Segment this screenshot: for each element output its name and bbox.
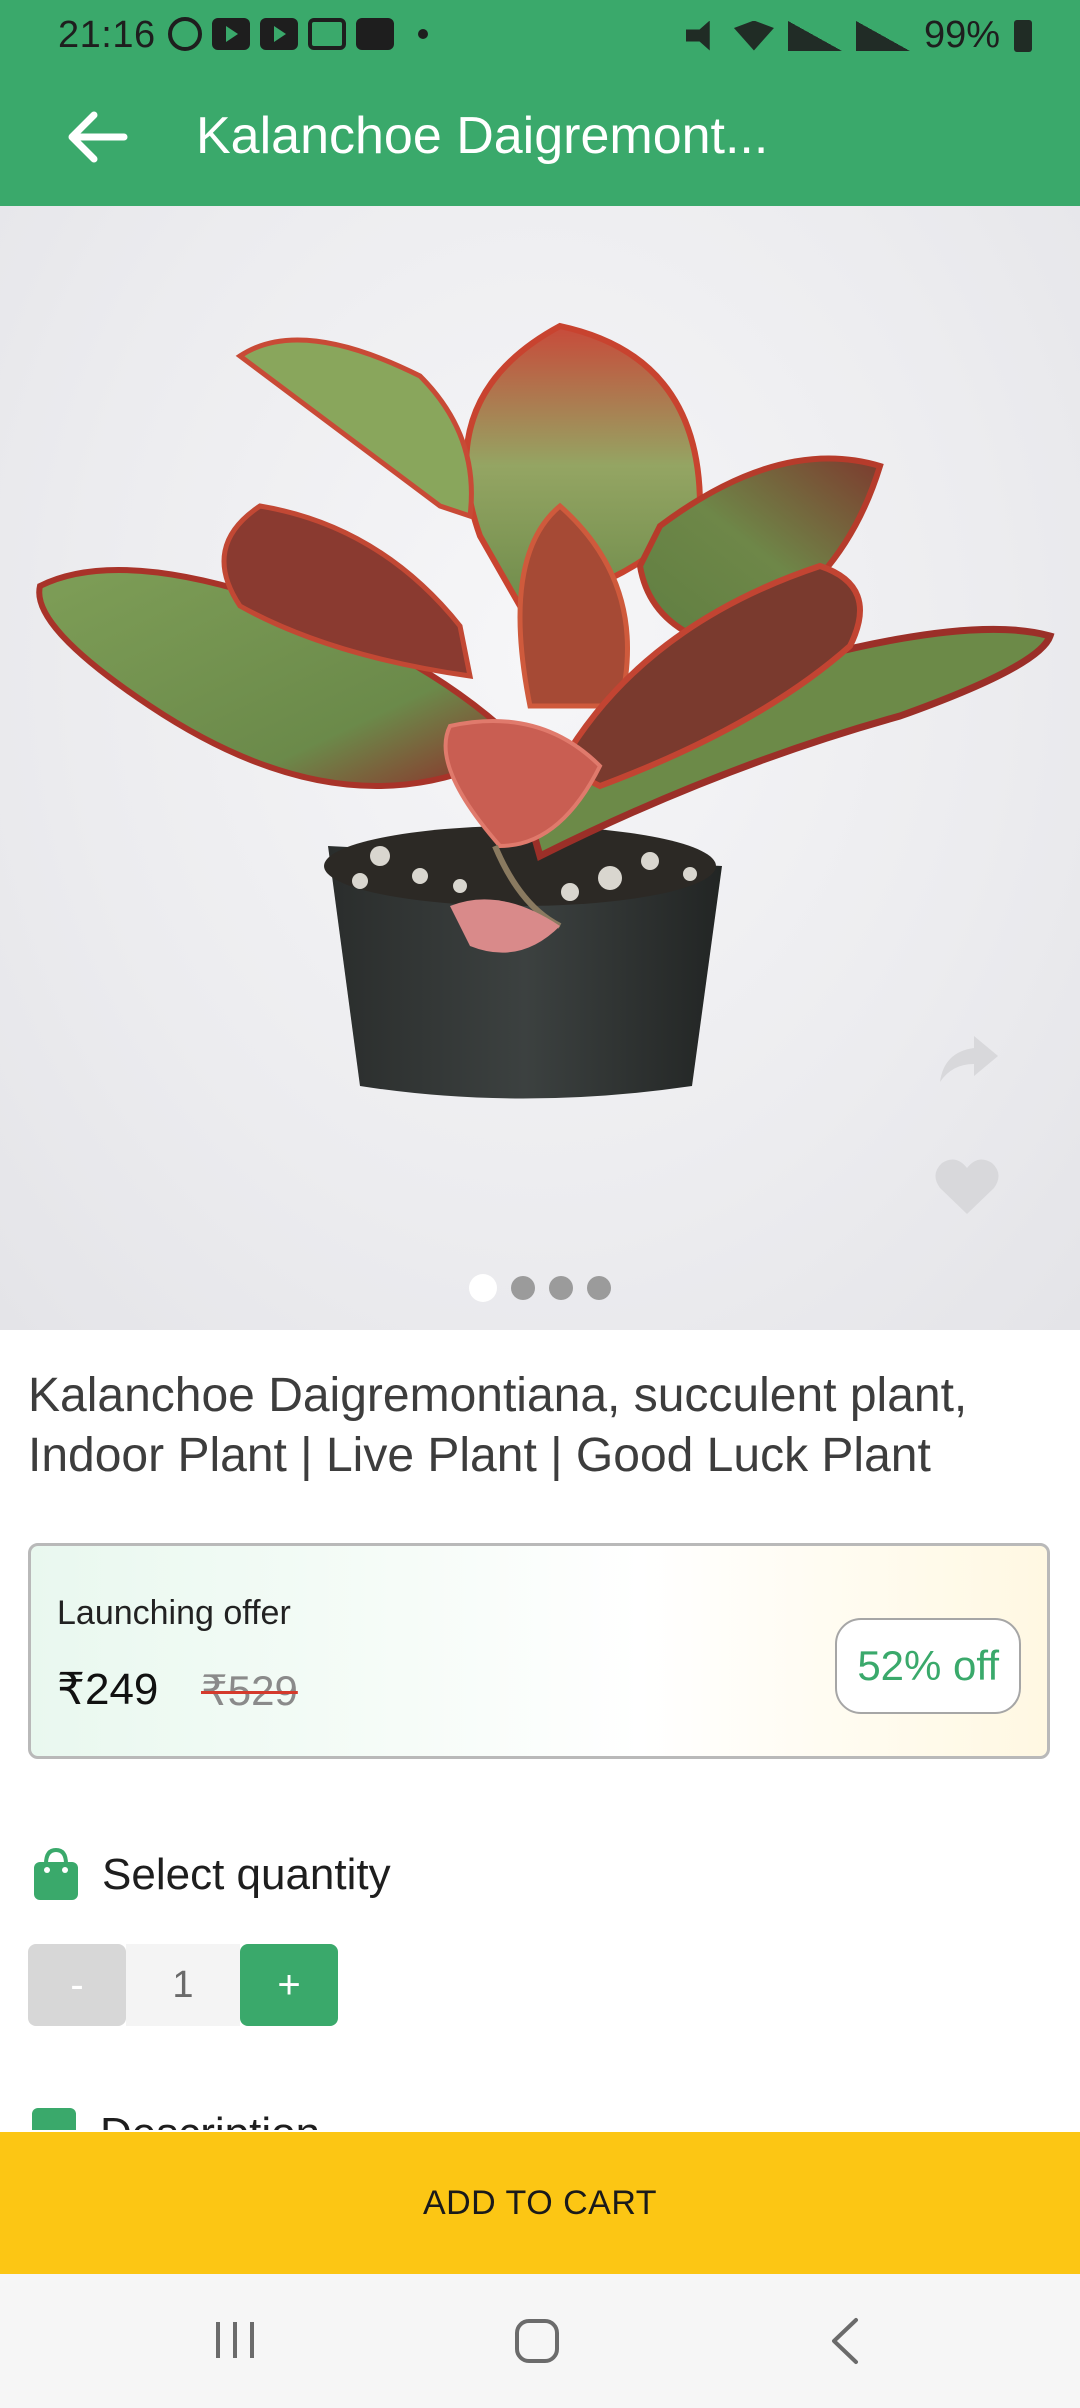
notification-icons bbox=[168, 17, 428, 51]
description-heading: Description bbox=[100, 2108, 320, 2130]
carousel-dot[interactable] bbox=[549, 1276, 573, 1300]
product-image bbox=[36, 322, 1055, 1099]
quantity-label: Select quantity bbox=[102, 1850, 391, 1899]
app-bar: Kalanchoe Daigremont... bbox=[0, 72, 1080, 206]
mute-icon bbox=[685, 20, 710, 51]
dot-icon bbox=[418, 29, 428, 39]
add-to-cart-button[interactable]: ADD TO CART bbox=[0, 2132, 1080, 2274]
product-image-carousel[interactable] bbox=[0, 206, 1080, 1330]
volte-lte1-signal-icon bbox=[787, 20, 842, 51]
quantity-stepper: - 1 + bbox=[28, 1944, 338, 2026]
youtube-icon bbox=[260, 18, 298, 50]
description-section: Description bbox=[32, 2108, 320, 2130]
battery-icon bbox=[1014, 19, 1032, 52]
volte-lte2-signal-icon bbox=[855, 20, 910, 51]
whatsapp-icon bbox=[168, 17, 202, 51]
discount-badge: 52% off bbox=[835, 1618, 1021, 1714]
top-bar: 21:16 99% Kalanchoe Daigremont... bbox=[0, 0, 1080, 206]
share-icon[interactable] bbox=[938, 1032, 1000, 1084]
quantity-heading: Select quantity bbox=[32, 1848, 391, 1902]
offer-price: ₹249 bbox=[57, 1665, 159, 1714]
original-price: ₹529 bbox=[201, 1667, 298, 1714]
carousel-dot[interactable] bbox=[511, 1276, 535, 1300]
carousel-dot[interactable] bbox=[469, 1274, 497, 1302]
heart-icon[interactable] bbox=[934, 1156, 1000, 1216]
back-icon[interactable] bbox=[826, 2316, 862, 2366]
arrow-left-icon[interactable] bbox=[64, 104, 130, 170]
recent-apps-icon[interactable] bbox=[212, 2318, 258, 2362]
offer-label: Launching offer bbox=[57, 1594, 291, 1632]
youtube-icon bbox=[212, 18, 250, 50]
carousel-dot[interactable] bbox=[587, 1276, 611, 1300]
voicemail-icon bbox=[308, 18, 346, 50]
page-title: Kalanchoe Daigremont... bbox=[196, 107, 769, 165]
system-nav-bar bbox=[0, 2274, 1080, 2408]
decrease-quantity-button[interactable]: - bbox=[28, 1944, 126, 2026]
system-icons: 99% bbox=[685, 14, 1032, 57]
status-time: 21:16 bbox=[58, 14, 156, 56]
wifi-icon bbox=[733, 20, 774, 51]
product-title: Kalanchoe Daigremontiana, succulent plan… bbox=[28, 1369, 968, 1482]
document-icon bbox=[32, 2108, 76, 2130]
quantity-value: 1 bbox=[126, 1944, 240, 2026]
battery-percentage: 99% bbox=[923, 14, 1000, 56]
gallery-icon bbox=[356, 18, 394, 50]
offer-card: Launching offer ₹249 ₹529 52% off bbox=[28, 1543, 1050, 1759]
increase-quantity-button[interactable]: + bbox=[240, 1944, 338, 2026]
carousel-indicator bbox=[0, 1274, 1080, 1302]
shopping-bag-icon bbox=[34, 1848, 78, 1900]
home-icon[interactable] bbox=[514, 2318, 560, 2364]
status-bar: 21:16 99% bbox=[0, 0, 1080, 72]
